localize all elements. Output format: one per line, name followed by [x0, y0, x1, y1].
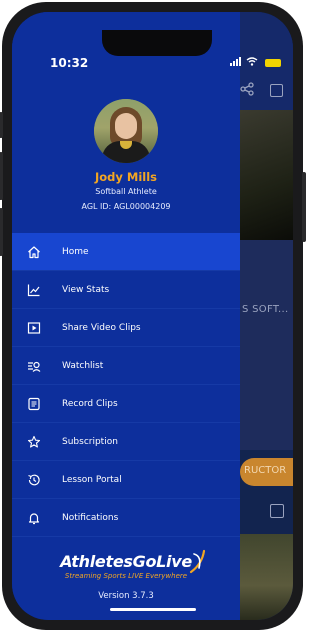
menu-item-label: Watchlist: [62, 360, 104, 371]
play-icon: [26, 320, 42, 336]
side-drawer: 10:32 Jody Mills Softball Athlete AGL ID…: [12, 12, 240, 620]
phone-frame: S SOFT... RUCTOR 10:32 Jody Mills Softba…: [0, 2, 306, 630]
signal-icon: [230, 56, 246, 69]
power-button: [302, 172, 306, 242]
menu-item-record-clips[interactable]: Record Clips: [12, 385, 240, 423]
volume-down-button: [0, 208, 3, 256]
brand-logo: AthletesGoLive Streaming Sports LIVE Eve…: [12, 549, 240, 580]
background-video-title: S SOFT...: [242, 304, 289, 315]
video-thumbnail[interactable]: [240, 110, 293, 240]
edit-icon[interactable]: [270, 504, 284, 518]
instructor-button-label: RUCTOR: [244, 465, 287, 476]
history-icon: [26, 472, 42, 488]
menu-item-watchlist[interactable]: Watchlist: [12, 347, 240, 385]
menu-item-label: Lesson Portal: [62, 474, 122, 485]
watchlist-icon: [26, 358, 42, 374]
profile-agl-id: AGL ID: AGL00004209: [81, 202, 171, 211]
menu-item-label: Notifications: [62, 512, 119, 523]
menu-item-share-video-clips[interactable]: Share Video Clips: [12, 309, 240, 347]
menu-item-view-stats[interactable]: View Stats: [12, 271, 240, 309]
menu-item-label: Share Video Clips: [62, 322, 141, 333]
avatar[interactable]: [94, 99, 158, 163]
battery-icon: [265, 59, 281, 67]
menu-item-subscription[interactable]: Subscription: [12, 423, 240, 461]
menu-item-label: Record Clips: [62, 398, 118, 409]
video-thumbnail[interactable]: [240, 534, 293, 620]
menu-item-label: Subscription: [62, 436, 118, 447]
status-icons: [230, 56, 281, 69]
status-time: 10:32: [50, 56, 89, 70]
logo-athletes: Athletes: [60, 552, 133, 571]
wifi-icon: [246, 56, 262, 69]
menu-item-label: Home: [62, 246, 89, 257]
side-button: [0, 112, 3, 138]
swoosh-icon: [189, 549, 206, 574]
menu-item-label: View Stats: [62, 284, 110, 295]
screen: S SOFT... RUCTOR 10:32 Jody Mills Softba…: [12, 12, 293, 620]
menu-item-home[interactable]: Home: [12, 233, 240, 271]
drawer-menu: Home View Stats Share Video Clips Watchl…: [12, 233, 240, 537]
share-icon[interactable]: [240, 82, 254, 100]
profile-name: Jody Mills: [94, 170, 158, 184]
edit-icon[interactable]: [270, 84, 283, 97]
home-indicator[interactable]: [110, 608, 196, 611]
chart-icon: [26, 282, 42, 298]
app-version: Version 3.7.3: [98, 591, 154, 601]
profile-role: Softball Athlete: [95, 187, 157, 196]
menu-item-lesson-portal[interactable]: Lesson Portal: [12, 461, 240, 499]
list-icon: [26, 396, 42, 412]
star-icon: [26, 434, 42, 450]
instructor-button[interactable]: RUCTOR: [240, 458, 293, 486]
home-icon: [26, 244, 42, 260]
volume-up-button: [0, 152, 3, 200]
menu-item-notifications[interactable]: Notifications: [12, 499, 240, 537]
bell-icon: [26, 510, 42, 526]
background-card: [240, 240, 293, 450]
notch: [102, 30, 212, 56]
logo-golive: GoLive: [132, 552, 193, 571]
